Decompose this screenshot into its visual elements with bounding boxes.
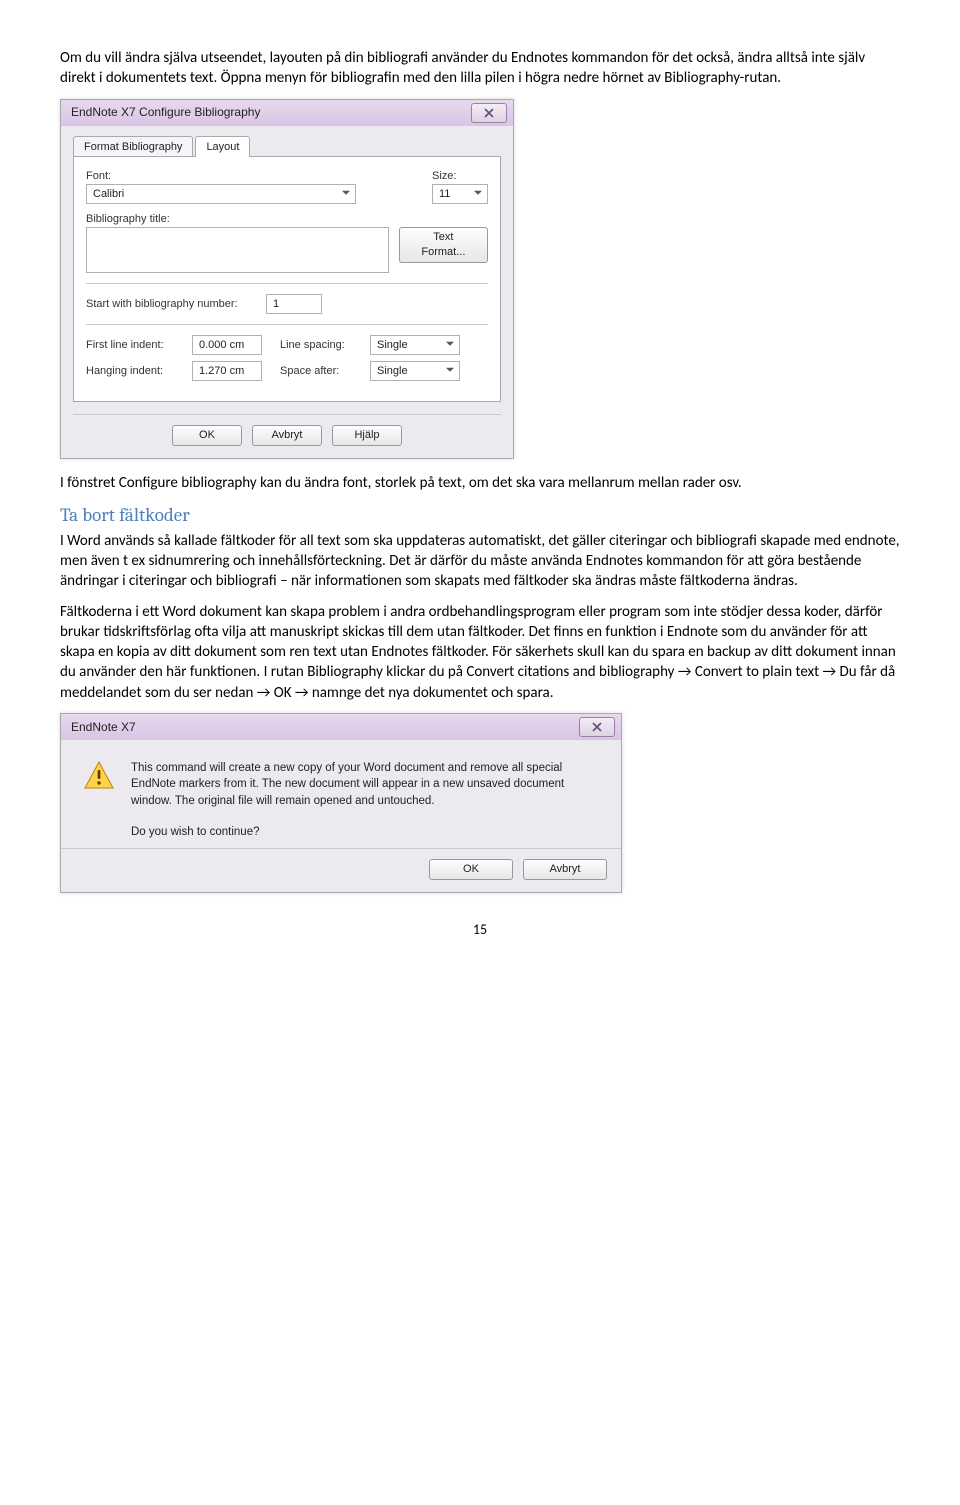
start-number-label: Start with bibliography number: [86, 297, 256, 312]
font-label: Font: [86, 169, 422, 184]
close-icon [484, 108, 494, 118]
endnote-alert-dialog: EndNote X7 This command will create a ne… [60, 713, 622, 894]
configure-description-paragraph: I fönstret Configure bibliography kan du… [60, 473, 900, 493]
configure-bibliography-dialog: EndNote X7 Configure Bibliography Format… [60, 99, 514, 459]
alert-message: This command will create a new copy of y… [131, 760, 599, 841]
alert-cancel-button[interactable]: Avbryt [523, 859, 607, 880]
space-after-dropdown[interactable]: Single [370, 361, 460, 381]
tab-layout[interactable]: Layout [195, 136, 250, 158]
remove-fieldcodes-heading: Ta bort fältkoder [60, 503, 900, 529]
dialog-title: EndNote X7 Configure Bibliography [67, 104, 471, 120]
alert-message-text: This command will create a new copy of y… [131, 760, 599, 810]
hanging-indent-input[interactable]: 1.270 cm [192, 361, 262, 381]
tab-format-bibliography[interactable]: Format Bibliography [73, 136, 193, 158]
layout-tab-panel: Font: Calibri Size: 11 Bibliography titl… [73, 156, 501, 402]
alert-ok-button[interactable]: OK [429, 859, 513, 880]
start-number-input[interactable]: 1 [266, 294, 322, 314]
first-line-indent-label: First line indent: [86, 338, 182, 353]
text-format-button[interactable]: Text Format... [399, 227, 488, 263]
font-dropdown[interactable]: Calibri [86, 184, 356, 204]
size-label: Size: [432, 169, 488, 184]
first-line-indent-input[interactable]: 0.000 cm [192, 335, 262, 355]
alert-titlebar: EndNote X7 [61, 714, 621, 740]
hanging-indent-label: Hanging indent: [86, 364, 182, 379]
warning-icon [83, 760, 115, 792]
page-number: 15 [60, 921, 900, 940]
fieldcodes-paragraph-2: Fältkoderna i ett Word dokument kan skap… [60, 602, 900, 703]
cancel-button[interactable]: Avbryt [252, 425, 322, 446]
ok-button[interactable]: OK [172, 425, 242, 446]
size-dropdown[interactable]: 11 [432, 184, 488, 204]
line-spacing-label: Line spacing: [280, 338, 360, 353]
line-spacing-dropdown[interactable]: Single [370, 335, 460, 355]
intro-paragraph: Om du vill ändra själva utseendet, layou… [60, 48, 900, 89]
close-icon [592, 722, 602, 732]
bibliography-title-input[interactable] [86, 227, 389, 273]
alert-question: Do you wish to continue? [131, 824, 599, 841]
close-button[interactable] [471, 103, 507, 123]
space-after-label: Space after: [280, 364, 360, 379]
fieldcodes-paragraph-1: I Word används så kallade fältkoder för … [60, 531, 900, 592]
dialog-titlebar: EndNote X7 Configure Bibliography [61, 100, 513, 126]
bibliography-title-label: Bibliography title: [86, 212, 488, 227]
help-button[interactable]: Hjälp [332, 425, 402, 446]
alert-close-button[interactable] [579, 717, 615, 737]
alert-title: EndNote X7 [67, 719, 579, 735]
